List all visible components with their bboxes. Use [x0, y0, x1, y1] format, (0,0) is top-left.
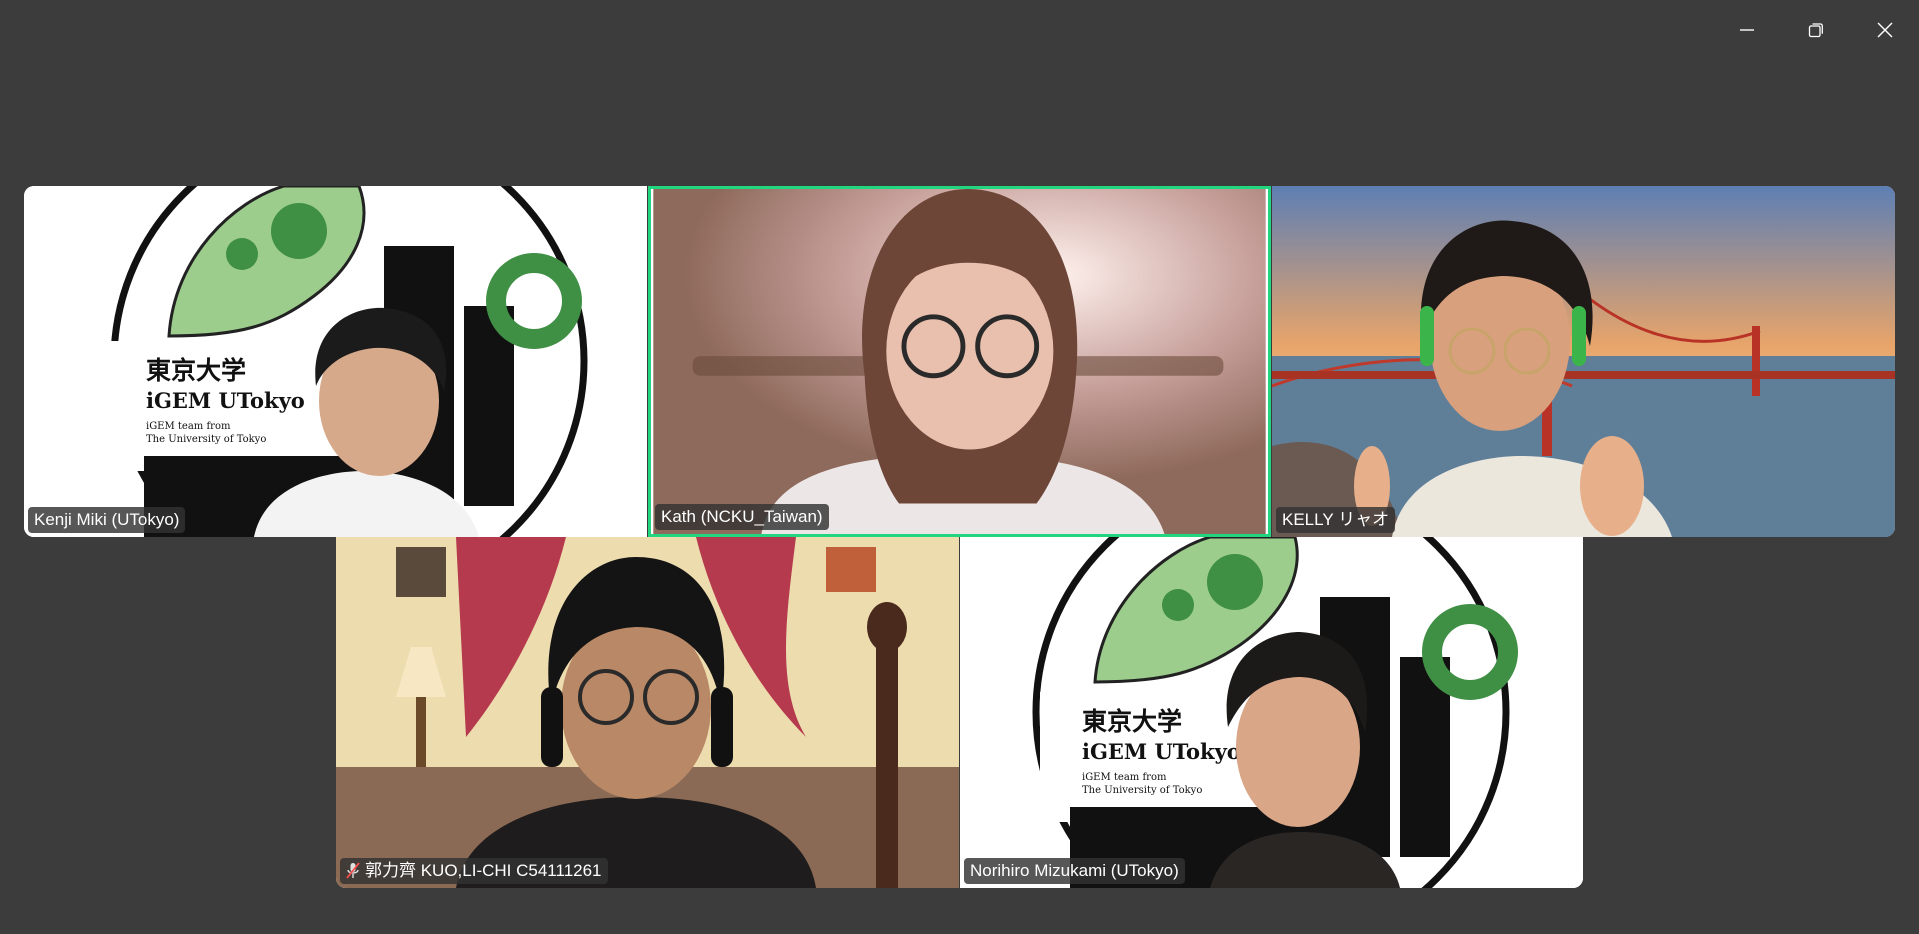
- participant-name-tag: Norihiro Mizukami (UTokyo): [964, 858, 1185, 884]
- logo-line-2: iGEM UTokyo: [1082, 739, 1241, 764]
- room-background: [653, 189, 1266, 534]
- participant-name-tag: 郭力齊 KUO,LI-CHI C54111261: [340, 858, 608, 884]
- participant-name: Kenji Miki (UTokyo): [34, 510, 180, 529]
- video-tile-kenji-miki[interactable]: 東京大学 iGEM UTokyo iGEM team from The Univ…: [24, 186, 647, 537]
- restore-button[interactable]: [1781, 0, 1850, 60]
- close-button[interactable]: [1850, 0, 1919, 60]
- logo-line-1: 東京大学: [1082, 707, 1182, 736]
- igem-utokyo-logo-background: 東京大学 iGEM UTokyo iGEM team from The Univ…: [24, 186, 647, 537]
- logo-line-3: iGEM team from: [146, 421, 231, 432]
- participant-name: KELLY リャオ: [1282, 510, 1390, 529]
- restore-icon: [1808, 23, 1823, 38]
- video-tile-kelly[interactable]: KELLY リャオ: [1272, 186, 1895, 537]
- participant-name: Kath (NCKU_Taiwan): [661, 507, 823, 526]
- video-tile-kuo-li-chi[interactable]: 郭力齊 KUO,LI-CHI C54111261: [336, 537, 959, 888]
- minimize-button[interactable]: [1712, 0, 1781, 60]
- participant-name-tag: KELLY リャオ: [1276, 507, 1396, 533]
- video-tile-norihiro-mizukami[interactable]: 東京大学 iGEM UTokyo iGEM team from The Univ…: [960, 537, 1583, 888]
- logo-line-4: The University of Tokyo: [1082, 785, 1202, 796]
- logo-line-4: The University of Tokyo: [146, 434, 266, 445]
- participant-name: Norihiro Mizukami (UTokyo): [970, 861, 1179, 880]
- logo-line-1: 東京大学: [146, 356, 246, 385]
- participant-name-tag: Kath (NCKU_Taiwan): [655, 504, 829, 530]
- participant-name: 郭力齊 KUO,LI-CHI C54111261: [365, 861, 602, 880]
- participant-name-tag: Kenji Miki (UTokyo): [28, 507, 186, 533]
- video-tile-kath[interactable]: Kath (NCKU_Taiwan): [648, 186, 1271, 537]
- logo-line-3: iGEM team from: [1082, 772, 1167, 783]
- logo-line-2: iGEM UTokyo: [146, 388, 305, 413]
- window-controls: [1712, 0, 1919, 60]
- minimize-icon: [1739, 29, 1754, 31]
- igem-utokyo-logo-background: 東京大学 iGEM UTokyo iGEM team from The Univ…: [960, 537, 1583, 888]
- bedroom-background: [336, 537, 959, 888]
- golden-gate-bridge-background: [1272, 186, 1895, 537]
- close-icon: [1877, 22, 1892, 38]
- microphone-muted-icon: [346, 862, 360, 880]
